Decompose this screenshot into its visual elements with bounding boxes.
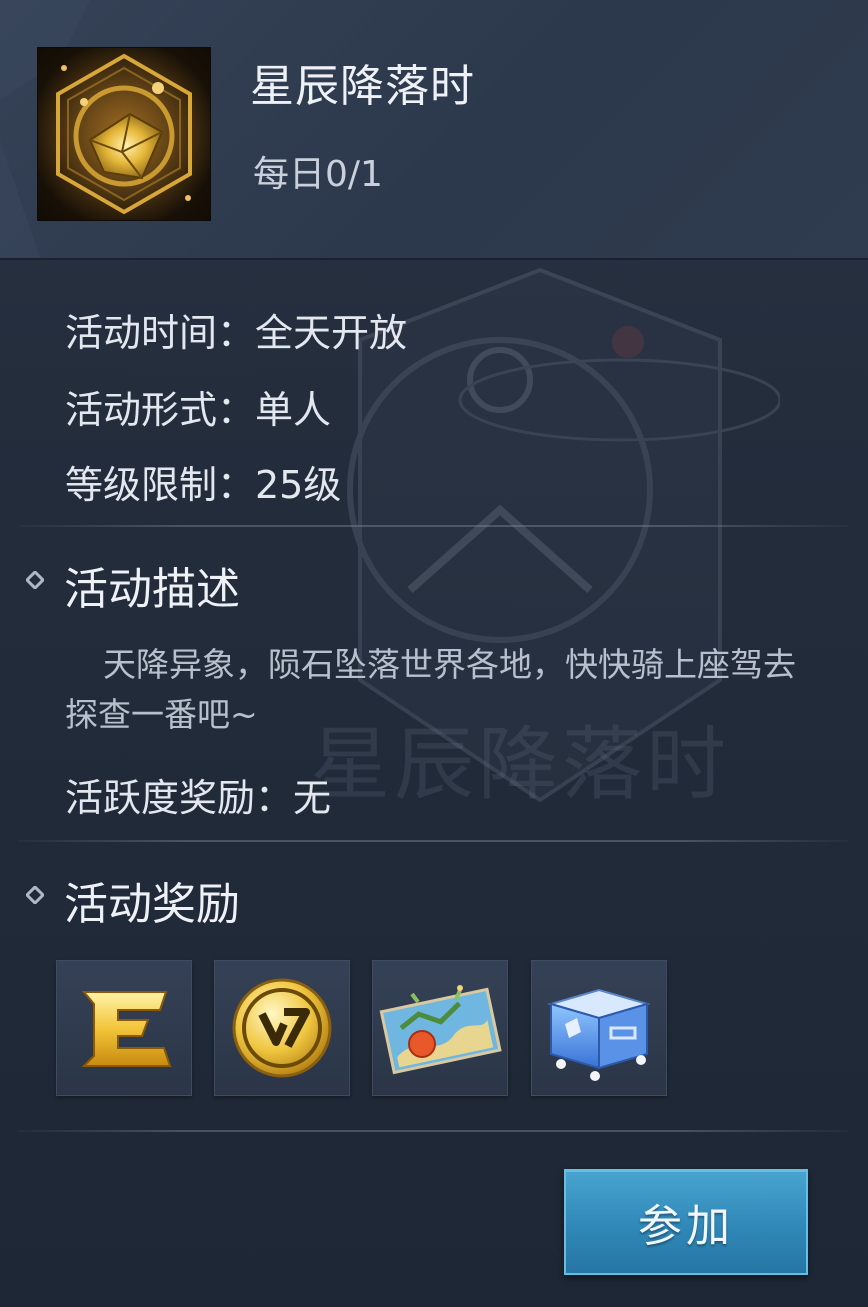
join-button-label: 参加 (638, 1201, 734, 1252)
join-button[interactable]: 参加 (564, 1169, 808, 1275)
daily-progress: 每日0/1 (253, 154, 383, 195)
reward-item-coin[interactable] (214, 960, 350, 1096)
description-section-title: 活动描述 (64, 564, 240, 615)
diamond-bullet-icon (26, 886, 44, 904)
reward-item-map[interactable] (372, 960, 508, 1096)
reward-item-exp[interactable] (56, 960, 192, 1096)
activity-format: 活动形式：单人 (65, 388, 332, 432)
divider (18, 840, 848, 842)
divider (18, 525, 848, 527)
diamond-bullet-icon (26, 571, 44, 589)
divider (18, 1130, 848, 1132)
gold-coin-icon (232, 978, 332, 1078)
level-requirement: 等级限制：25级 (65, 463, 342, 507)
activity-icon (38, 48, 210, 220)
activity-detail-panel: 星辰降落时 每日0/1 星辰降落时 活动时间：全天开放 活动形式：单人 等级限制… (0, 0, 868, 1307)
activity-header: 星辰降落时 每日0/1 (0, 0, 868, 260)
activity-time: 活动时间：全天开放 (65, 311, 408, 355)
activity-description: 天降异象，陨石坠落世界各地，快快骑上座驾去探查一番吧~ (65, 645, 796, 734)
activity-title: 星辰降落时 (250, 61, 475, 112)
activity-points-reward: 活跃度奖励：无 (65, 776, 332, 820)
rewards-section-title: 活动奖励 (64, 879, 240, 930)
gold-e-exp-icon (81, 991, 172, 1067)
blue-chest-icon (547, 988, 651, 1081)
treasure-map-icon (379, 985, 502, 1075)
reward-item-chest[interactable] (531, 960, 667, 1096)
